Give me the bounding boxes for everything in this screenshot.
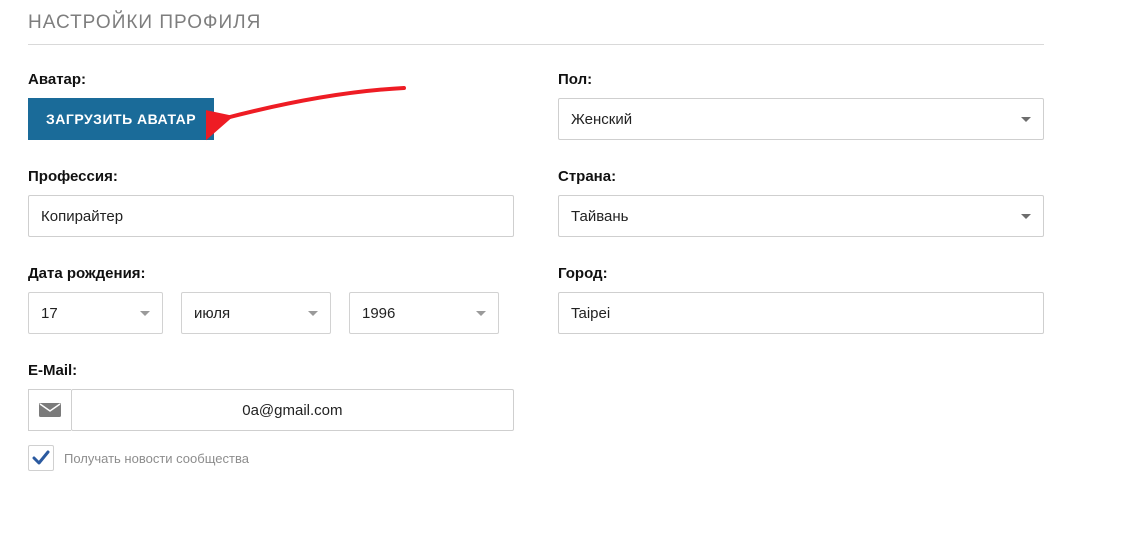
upload-avatar-button[interactable]: ЗАГРУЗИТЬ АВАТАР bbox=[28, 98, 214, 140]
left-column: Аватар: ЗАГРУЗИТЬ АВАТАР Профессия: Дата… bbox=[28, 71, 514, 471]
email-icon-addon bbox=[28, 389, 71, 431]
country-field: Страна: Тайвань bbox=[558, 168, 1044, 237]
city-field: Город: bbox=[558, 265, 1044, 334]
dob-month-select[interactable]: июля bbox=[181, 292, 331, 334]
chevron-down-icon bbox=[308, 311, 318, 316]
profession-label: Профессия: bbox=[28, 168, 514, 185]
city-input[interactable] bbox=[558, 292, 1044, 334]
email-field-group: E-Mail: По bbox=[28, 362, 514, 471]
dob-day-value: 17 bbox=[41, 305, 58, 322]
dob-year-value: 1996 bbox=[362, 305, 395, 322]
dob-field: Дата рождения: 17 июля 1996 bbox=[28, 265, 514, 334]
avatar-label: Аватар: bbox=[28, 71, 514, 88]
dob-day-select[interactable]: 17 bbox=[28, 292, 163, 334]
email-input[interactable] bbox=[71, 389, 514, 431]
page-title: НАСТРОЙКИ ПРОФИЛЯ bbox=[28, 12, 1044, 45]
email-label: E-Mail: bbox=[28, 362, 514, 379]
chevron-down-icon bbox=[1021, 117, 1031, 122]
country-select[interactable]: Тайвань bbox=[558, 195, 1044, 237]
gender-select[interactable]: Женский bbox=[558, 98, 1044, 140]
city-label: Город: bbox=[558, 265, 1044, 282]
chevron-down-icon bbox=[1021, 214, 1031, 219]
envelope-icon bbox=[39, 403, 61, 417]
avatar-field: Аватар: ЗАГРУЗИТЬ АВАТАР bbox=[28, 71, 514, 140]
profession-input[interactable] bbox=[28, 195, 514, 237]
chevron-down-icon bbox=[140, 311, 150, 316]
country-value: Тайвань bbox=[571, 208, 628, 225]
dob-label: Дата рождения: bbox=[28, 265, 514, 282]
newsletter-checkbox[interactable] bbox=[28, 445, 54, 471]
dob-year-select[interactable]: 1996 bbox=[349, 292, 499, 334]
gender-field: Пол: Женский bbox=[558, 71, 1044, 140]
gender-label: Пол: bbox=[558, 71, 1044, 88]
check-icon bbox=[32, 450, 50, 466]
chevron-down-icon bbox=[476, 311, 486, 316]
profession-field: Профессия: bbox=[28, 168, 514, 237]
gender-value: Женский bbox=[571, 111, 632, 128]
country-label: Страна: bbox=[558, 168, 1044, 185]
newsletter-label: Получать новости сообщества bbox=[64, 451, 249, 466]
dob-month-value: июля bbox=[194, 305, 230, 322]
right-column: Пол: Женский Страна: Тайвань Город: bbox=[558, 71, 1044, 471]
